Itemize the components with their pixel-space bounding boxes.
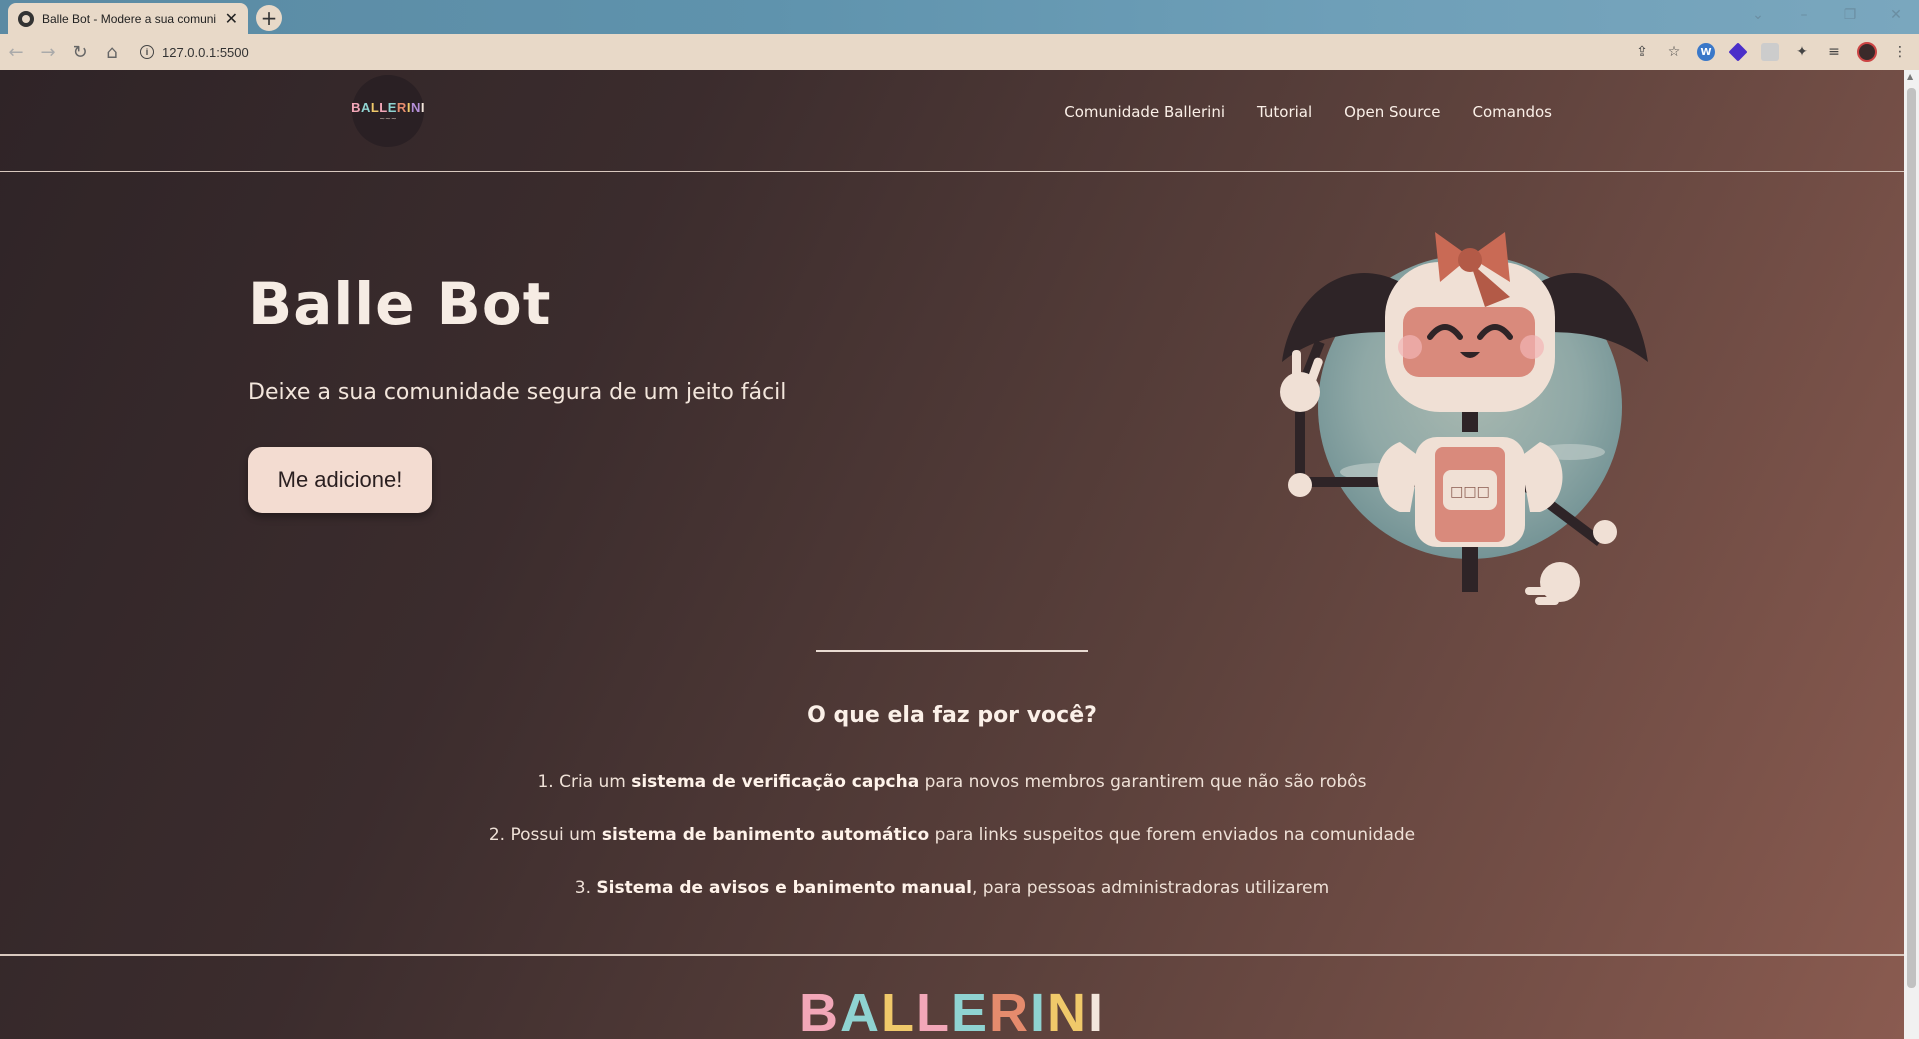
browser-toolbar: ← → ↻ ⌂ i 127.0.0.1:5500 ⇪ ☆ W ✦ ≡ ⋮ bbox=[0, 34, 1919, 70]
hero-title: Balle Bot bbox=[248, 270, 552, 338]
footer-divider bbox=[0, 954, 1904, 956]
wordpress-extension-icon[interactable]: W bbox=[1697, 43, 1715, 61]
logo-letter: B bbox=[351, 99, 361, 115]
footer-logo: BALLERINI bbox=[0, 982, 1904, 1039]
profile-avatar-icon[interactable] bbox=[1857, 42, 1877, 62]
reload-icon[interactable]: ↻ bbox=[64, 36, 96, 68]
logo-letter: L bbox=[915, 983, 951, 1039]
add-bot-button[interactable]: Me adicione! bbox=[248, 447, 432, 513]
scroll-up-icon[interactable]: ▲ bbox=[1907, 72, 1913, 81]
back-icon[interactable]: ← bbox=[0, 36, 32, 68]
logo-letter: B bbox=[798, 983, 840, 1039]
site-header: BALLERINI ~~~ Comunidade Ballerini Tutor… bbox=[0, 70, 1904, 172]
logo-letter: I bbox=[1030, 983, 1048, 1039]
logo-letter: A bbox=[839, 983, 881, 1039]
nav-link-open-source[interactable]: Open Source bbox=[1344, 103, 1440, 121]
page-viewport: BALLERINI ~~~ Comunidade Ballerini Tutor… bbox=[0, 70, 1904, 1039]
logo-letter: L bbox=[379, 99, 388, 115]
logo-letter: N bbox=[1047, 983, 1089, 1039]
favicon-icon bbox=[18, 10, 34, 27]
section-divider bbox=[816, 650, 1088, 652]
logo-letter: I bbox=[420, 99, 425, 115]
logo-letter: I bbox=[1088, 983, 1106, 1039]
feature-item: 1. Cria um sistema de verificação capcha… bbox=[537, 772, 1367, 792]
home-icon[interactable]: ⌂ bbox=[96, 36, 128, 68]
new-tab-button[interactable]: + bbox=[256, 5, 282, 31]
url-text[interactable]: 127.0.0.1:5500 bbox=[162, 45, 249, 60]
logo-squiggle: ~~~ bbox=[379, 114, 397, 123]
address-bar[interactable]: i 127.0.0.1:5500 bbox=[140, 45, 249, 60]
features-list: 1. Cria um sistema de verificação capcha… bbox=[0, 772, 1904, 931]
grey-extension-icon[interactable] bbox=[1761, 43, 1779, 61]
ballerini-logo[interactable]: BALLERINI ~~~ bbox=[351, 75, 425, 147]
logo-letter: R bbox=[396, 99, 407, 115]
share-icon[interactable]: ⇪ bbox=[1633, 43, 1651, 61]
logo-letter: A bbox=[360, 99, 371, 115]
bookmark-star-icon[interactable]: ☆ bbox=[1665, 43, 1683, 61]
logo-letter: N bbox=[410, 99, 421, 115]
minimize-icon[interactable]: – bbox=[1781, 0, 1827, 30]
feature-item: 3. Sistema de avisos e banimento manual,… bbox=[574, 878, 1330, 898]
purple-extension-icon[interactable] bbox=[1728, 42, 1748, 62]
menu-kebab-icon[interactable]: ⋮ bbox=[1891, 43, 1909, 61]
logo-letter: E bbox=[387, 99, 397, 115]
tab-search-icon[interactable]: ⌄ bbox=[1735, 0, 1781, 30]
robot-illustration: □□□ bbox=[1280, 232, 1648, 605]
main-nav: Comunidade Ballerini Tutorial Open Sourc… bbox=[1064, 103, 1552, 121]
nav-link-comunidade[interactable]: Comunidade Ballerini bbox=[1064, 103, 1225, 121]
features-title: O que ela faz por você? bbox=[807, 703, 1097, 728]
nav-link-comandos[interactable]: Comandos bbox=[1473, 103, 1552, 121]
tab-title: Balle Bot - Modere a sua comuni bbox=[42, 11, 217, 26]
restore-icon[interactable]: ❐ bbox=[1827, 0, 1873, 30]
nav-link-tutorial[interactable]: Tutorial bbox=[1257, 103, 1312, 121]
browser-tab[interactable]: Balle Bot - Modere a sua comuni ✕ bbox=[8, 3, 248, 34]
logo-letter: E bbox=[950, 983, 989, 1039]
reading-list-icon[interactable]: ≡ bbox=[1825, 43, 1843, 61]
robot-panel-text: □□□ bbox=[1450, 484, 1490, 500]
forward-icon[interactable]: → bbox=[32, 36, 64, 68]
page-scrollbar[interactable]: ▲ bbox=[1904, 70, 1919, 1039]
logo-letter: L bbox=[880, 983, 916, 1039]
close-tab-icon[interactable]: ✕ bbox=[225, 9, 238, 28]
hero-subtitle: Deixe a sua comunidade segura de um jeit… bbox=[248, 380, 787, 405]
logo-letter: R bbox=[989, 983, 1030, 1039]
scrollbar-thumb[interactable] bbox=[1907, 88, 1916, 988]
toolbar-actions: ⇪ ☆ W ✦ ≡ ⋮ bbox=[1633, 34, 1909, 70]
extensions-puzzle-icon[interactable]: ✦ bbox=[1793, 43, 1811, 61]
window-controls: ⌄ – ❐ ✕ bbox=[1735, 0, 1919, 30]
logo-text: BALLERINI bbox=[351, 100, 425, 115]
feature-item: 2. Possui um sistema de banimento automá… bbox=[488, 825, 1416, 845]
site-info-icon[interactable]: i bbox=[140, 45, 154, 59]
close-window-icon[interactable]: ✕ bbox=[1873, 0, 1919, 30]
browser-tab-strip: Balle Bot - Modere a sua comuni ✕ + ⌄ – … bbox=[0, 0, 1919, 34]
